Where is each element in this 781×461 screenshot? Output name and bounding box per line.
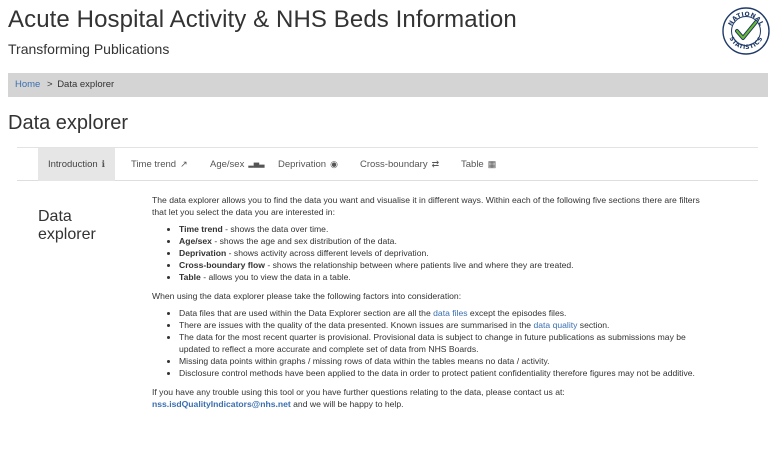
contact-text: If you have any trouble using this tool … [152, 387, 565, 397]
section-term: Deprivation [179, 248, 227, 258]
contact-text: and we will be happy to help. [290, 399, 404, 409]
data-files-link[interactable]: data files [433, 308, 467, 318]
line-chart-icon: ↗ [180, 159, 188, 169]
bar-chart-icon: ▂▅▃ [248, 161, 265, 168]
breadcrumb-current: Data explorer [57, 79, 115, 90]
tab-label: Cross-boundary [360, 159, 428, 171]
factors-intro: When using the data explorer please take… [152, 291, 462, 301]
page-header: Acute Hospital Activity & NHS Beds Infor… [0, 0, 781, 72]
breadcrumb: Home > Data explorer [8, 73, 768, 97]
section-term: Age/sex [179, 236, 212, 246]
tab-table[interactable]: Table ▦ [451, 148, 506, 181]
list-item: Deprivation - shows activity across diff… [179, 247, 712, 259]
exchange-icon: ⇄ [431, 159, 440, 169]
section-desc: - shows activity across different levels… [226, 248, 429, 258]
page-title: Data explorer [8, 112, 129, 134]
list-item: Age/sex - shows the age and sex distribu… [179, 235, 712, 247]
section-desc: - shows the age and sex distribution of … [211, 236, 397, 246]
intro-content: The data explorer allows you to find the… [152, 194, 712, 415]
intro-paragraph: The data explorer allows you to find the… [152, 195, 700, 217]
contact-paragraph: If you have any trouble using this tool … [152, 386, 712, 410]
info-icon: ℹ [101, 159, 106, 169]
tab-introduction[interactable]: Introduction ℹ [38, 148, 116, 181]
list-item: Missing data points within graphs / miss… [179, 355, 712, 367]
tab-time-trend[interactable]: Time trend ↗ [121, 148, 198, 181]
section-desc: - shows the data over time. [222, 224, 329, 234]
national-statistics-logo: NATIONAL STATISTICS [722, 7, 770, 55]
factor-text: section. [577, 320, 610, 330]
tab-label: Deprivation [278, 159, 327, 171]
list-item: Cross-boundary flow - shows the relation… [179, 259, 712, 271]
list-item: Data files that are used within the Data… [179, 307, 712, 319]
breadcrumb-separator: > [46, 79, 53, 90]
app-title: Acute Hospital Activity & NHS Beds Infor… [8, 6, 517, 33]
list-item: Time trend - shows the data over time. [179, 223, 712, 235]
factors-list: Data files that are used within the Data… [179, 307, 712, 379]
tab-label: Time trend [131, 159, 177, 171]
list-item: There are issues with the quality of the… [179, 319, 712, 331]
section-term: Table [179, 272, 201, 282]
factor-text: There are issues with the quality of the… [179, 320, 534, 330]
tab-age-sex[interactable]: Age/sex ▂▅▃ [200, 148, 274, 181]
contact-email-link[interactable]: nss.isdQualityIndicators@nhs.net [152, 399, 291, 409]
list-item: Disclosure control methods have been app… [179, 367, 712, 379]
section-heading: Data explorer [38, 208, 96, 243]
section-desc: - allows you to view the data in a table… [200, 272, 351, 282]
tab-cross-boundary[interactable]: Cross-boundary ⇄ [350, 148, 449, 181]
sections-list: Time trend - shows the data over time. A… [179, 223, 712, 283]
tab-label: Introduction [48, 159, 98, 171]
list-item: Table - allows you to view the data in a… [179, 271, 712, 283]
factor-text: except the episodes files. [467, 308, 567, 318]
tab-label: Table [461, 159, 484, 171]
factor-text: Data files that are used within the Data… [179, 308, 434, 318]
user-circle-icon: ◉ [330, 159, 338, 169]
section-term: Cross-boundary flow [179, 260, 265, 270]
breadcrumb-home-link[interactable]: Home [15, 79, 40, 90]
explorer-tabs: Introduction ℹ Time trend ↗ Age/sex ▂▅▃ Dep… [17, 147, 758, 181]
table-icon: ▦ [487, 159, 497, 169]
section-term: Time trend [179, 224, 223, 234]
app-subtitle: Transforming Publications [8, 41, 170, 57]
data-quality-link[interactable]: data quality [533, 320, 577, 330]
tab-deprivation[interactable]: Deprivation ◉ [268, 148, 348, 181]
list-item: The data for the most recent quarter is … [179, 331, 712, 355]
section-desc: - shows the relationship between where p… [264, 260, 574, 270]
tab-label: Age/sex [210, 159, 245, 171]
